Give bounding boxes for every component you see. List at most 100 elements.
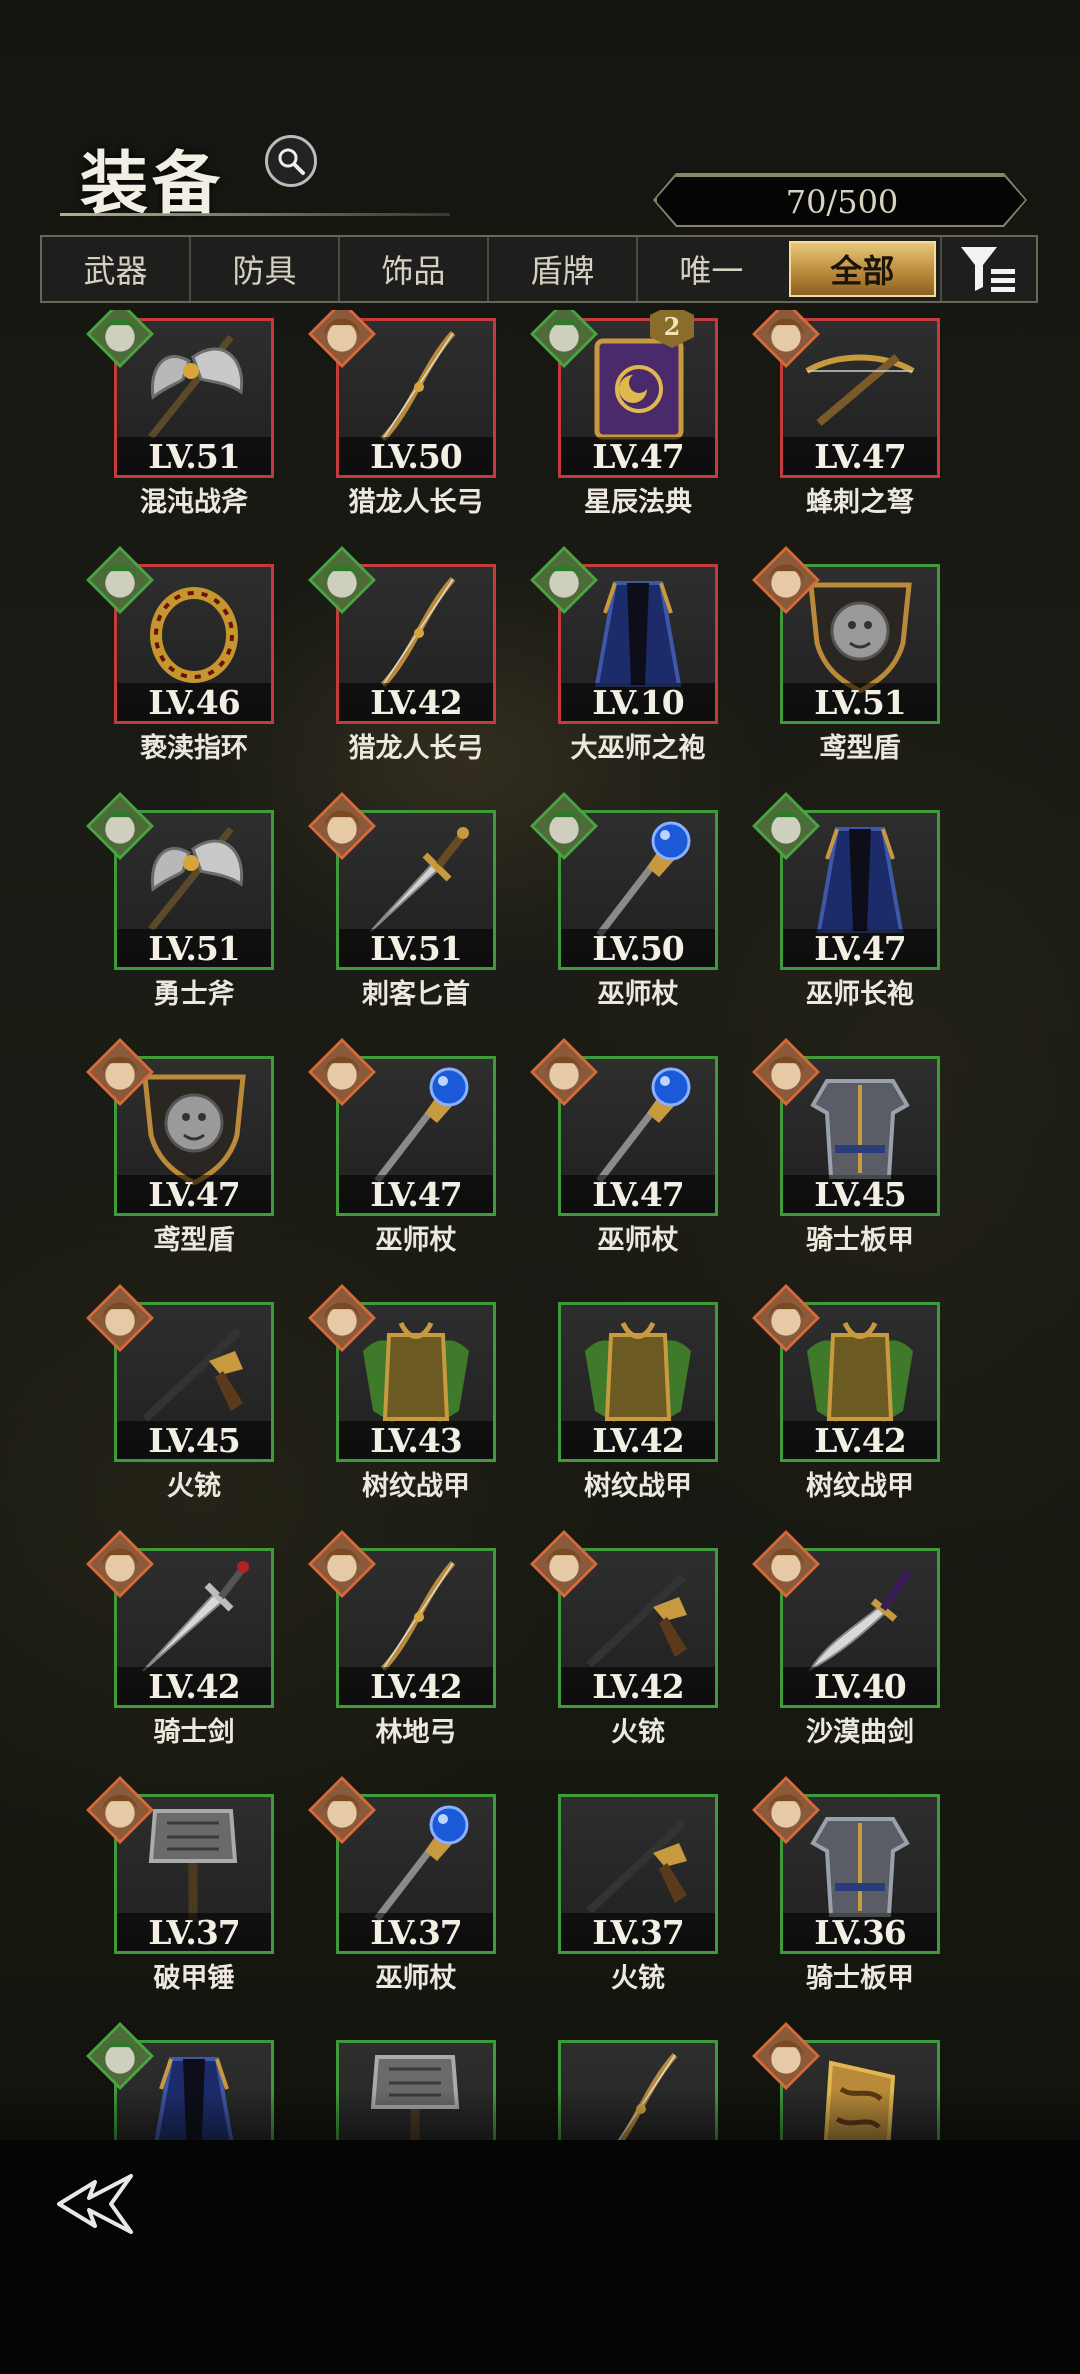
- item-name: 巫师杖: [375, 1225, 457, 1256]
- item-name: 勇士斧: [153, 979, 235, 1010]
- item-level: LV.37: [561, 1913, 715, 1952]
- item-name: 火铳: [167, 1471, 221, 1502]
- equipment-item[interactable]: LV.42 树纹战甲: [538, 1294, 738, 1514]
- item-name: 骑士板甲: [806, 1225, 914, 1256]
- item-name: 猎龙人长弓: [348, 487, 484, 518]
- item-level: LV.42: [561, 1421, 715, 1460]
- leaf-armor-icon: [797, 1311, 923, 1431]
- crossbow-icon: [797, 327, 923, 447]
- item-level: LV.47: [783, 929, 937, 968]
- tab-unique[interactable]: 唯一: [635, 237, 785, 301]
- item-level: LV.51: [783, 683, 937, 722]
- item-name: 鸢型盾: [819, 733, 901, 764]
- equipment-item[interactable]: LV.42 猎龙人长弓: [308, 546, 516, 776]
- item-level: LV.50: [339, 437, 493, 476]
- filter-sort-button[interactable]: [939, 237, 1036, 301]
- equipment-card[interactable]: LV.37: [558, 1794, 718, 1954]
- back-button[interactable]: [55, 2172, 135, 2236]
- item-name: 星辰法典: [584, 487, 692, 518]
- inventory-count: 70/500: [655, 175, 1025, 225]
- item-name: 混沌战斧: [140, 487, 248, 518]
- equipment-item[interactable]: LV.37 破甲锤: [86, 1776, 294, 2006]
- equipment-item[interactable]: LV.36 骑士板甲: [752, 1776, 960, 2006]
- equipment-item[interactable]: LV.45 火铳: [86, 1284, 294, 1514]
- equipment-item[interactable]: LV.51 鸢型盾: [752, 546, 960, 776]
- equipment-item[interactable]: LV.50 巫师杖: [530, 792, 738, 1022]
- axe-icon: [131, 327, 257, 447]
- bottom-bar: [0, 2140, 1080, 2374]
- equipment-item[interactable]: LV.37 巫师杖: [308, 1776, 516, 2006]
- item-name: 亵渎指环: [140, 733, 248, 764]
- item-level: LV.45: [117, 1421, 271, 1460]
- equipment-item[interactable]: LV.37 火铳: [538, 1786, 738, 2006]
- dagger-icon: [353, 819, 479, 939]
- equipment-item[interactable]: LV.42 树纹战甲: [752, 1284, 960, 1514]
- tab-accessories[interactable]: 饰品: [337, 237, 487, 301]
- equipment-item[interactable]: LV.42 骑士剑: [86, 1530, 294, 1760]
- item-level: LV.51: [117, 437, 271, 476]
- equipment-item[interactable]: LV.47 巫师杖: [308, 1038, 516, 1268]
- equipment-item[interactable]: LV.51 刺客匕首: [308, 792, 516, 1022]
- equipment-item[interactable]: LV.10 大巫师之袍: [530, 546, 738, 776]
- item-name: 树纹战甲: [584, 1471, 692, 1502]
- equipment-item[interactable]: LV.50 猎龙人长弓: [308, 310, 516, 530]
- item-level: LV.42: [783, 1421, 937, 1460]
- search-icon: [278, 148, 305, 175]
- item-level: LV.51: [117, 929, 271, 968]
- back-arrow-icon: [57, 2174, 133, 2234]
- tab-all[interactable]: 全部: [788, 241, 936, 297]
- tab-shields[interactable]: 盾牌: [486, 237, 636, 301]
- item-level: LV.45: [783, 1175, 937, 1214]
- equipment-item[interactable]: LV.42 火铳: [530, 1530, 738, 1760]
- item-level: LV.50: [561, 929, 715, 968]
- item-level: LV.47: [561, 437, 715, 476]
- staff-icon: [575, 819, 701, 939]
- equipment-item[interactable]: LV.47 蜂刺之弩: [752, 310, 960, 530]
- item-name: 巫师长袍: [806, 979, 914, 1010]
- equipment-grid: LV.51 混沌战斧 LV.50 猎龙人长弓 LV.47 2 星辰法典 LV.47 蜂刺之弩 LV…: [0, 310, 1080, 2140]
- staff-icon: [353, 1803, 479, 1923]
- title-underline: [60, 213, 450, 216]
- item-name: 蜂刺之弩: [806, 487, 914, 518]
- equipment-item[interactable]: LV.47 鸢型盾: [86, 1038, 294, 1268]
- category-tabs: 武器 防具 饰品 盾牌 唯一 全部: [40, 235, 1038, 303]
- shield-icon: [131, 1065, 257, 1186]
- scimitar-icon: [797, 1557, 923, 1677]
- item-level: LV.37: [117, 1913, 271, 1952]
- item-name: 树纹战甲: [362, 1471, 470, 1502]
- item-name: 刺客匕首: [362, 979, 470, 1010]
- equipment-item[interactable]: LV.45 骑士板甲: [752, 1038, 960, 1268]
- equipment-item[interactable]: LV.40 沙漠曲剑: [752, 1530, 960, 1760]
- equipment-item[interactable]: LV.43 树纹战甲: [308, 1284, 516, 1514]
- equipment-card[interactable]: LV.42: [558, 1302, 718, 1462]
- item-level: LV.51: [339, 929, 493, 968]
- axe-icon: [131, 819, 257, 939]
- search-button[interactable]: [265, 135, 317, 187]
- plate-armor-icon: [797, 1065, 923, 1185]
- item-level: LV.42: [561, 1667, 715, 1706]
- item-name: 沙漠曲剑: [806, 1717, 914, 1748]
- equipment-item[interactable]: LV.51 勇士斧: [86, 792, 294, 1022]
- item-name: 火铳: [611, 1717, 665, 1748]
- equipment-item[interactable]: LV.51 混沌战斧: [86, 310, 294, 530]
- equipment-item[interactable]: LV.47 2 星辰法典: [530, 310, 738, 530]
- equipment-item[interactable]: LV.47 巫师长袍: [752, 792, 960, 1022]
- item-level: LV.42: [339, 1667, 493, 1706]
- item-name: 猎龙人长弓: [348, 733, 484, 764]
- equipment-item[interactable]: LV.42 林地弓: [308, 1530, 516, 1760]
- item-level: LV.43: [339, 1421, 493, 1460]
- item-level: LV.47: [117, 1175, 271, 1214]
- plate-armor-icon: [797, 1803, 923, 1923]
- bow-icon: [353, 1557, 479, 1677]
- tab-armor[interactable]: 防具: [188, 237, 338, 301]
- tab-weapons[interactable]: 武器: [42, 237, 189, 301]
- equipment-item[interactable]: LV.46 亵渎指环: [86, 546, 294, 776]
- item-name: 巫师杖: [375, 1963, 457, 1994]
- item-name: 鸢型盾: [153, 1225, 235, 1256]
- robe-icon: [575, 573, 701, 693]
- equipment-item[interactable]: LV.47 巫师杖: [530, 1038, 738, 1268]
- staff-icon: [353, 1065, 479, 1185]
- shield-icon: [797, 573, 923, 694]
- item-level: LV.36: [783, 1913, 937, 1952]
- item-level: LV.42: [339, 683, 493, 722]
